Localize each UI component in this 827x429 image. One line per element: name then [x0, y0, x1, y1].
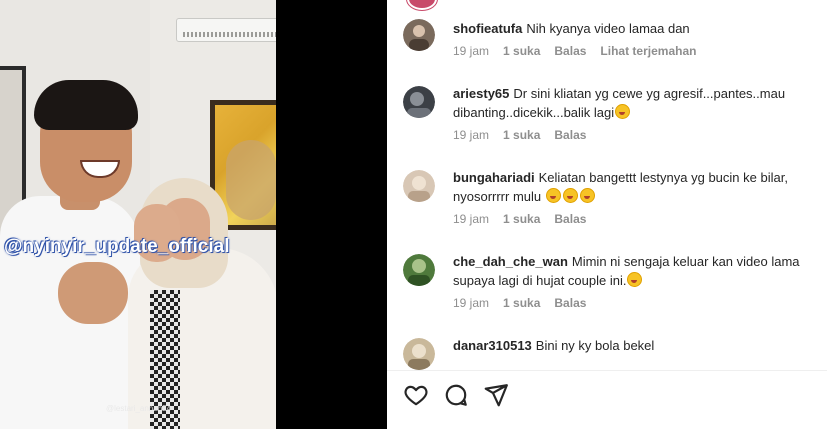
laughing-emoji-icon	[615, 104, 631, 119]
comment-meta: 19 jam 1 suka Balas	[453, 212, 600, 226]
heart-icon[interactable]	[403, 382, 429, 408]
grinning-emoji-icon	[545, 188, 561, 203]
video-frame: @nyinyir_update_official @lestari_annah2…	[0, 0, 276, 429]
share-icon[interactable]	[483, 382, 509, 408]
comment-username[interactable]: shofieatufa	[453, 21, 522, 36]
video-player[interactable]: @nyinyir_update_official @lestari_annah2…	[0, 0, 387, 429]
comment-meta: 19 jam 1 suka Balas	[453, 296, 600, 310]
commenter-avatar[interactable]	[403, 254, 435, 286]
post-author-avatar[interactable]	[407, 0, 437, 10]
comment-username[interactable]: che_dah_che_wan	[453, 254, 568, 269]
comment-text: Nih kyanya video lamaa dan	[526, 21, 690, 36]
video-watermark: @nyinyir_update_official	[4, 236, 230, 257]
comment-meta: 19 jam 1 suka Balas Lihat terjemahan	[453, 44, 710, 58]
grinning-emoji-icon	[562, 188, 578, 203]
comment-likes[interactable]: 1 suka	[503, 296, 540, 310]
divider	[387, 370, 827, 371]
comment-time[interactable]: 19 jam	[453, 212, 489, 226]
grinning-emoji-icon	[579, 188, 595, 203]
comment-time[interactable]: 19 jam	[453, 296, 489, 310]
comment-username[interactable]: ariesty65	[453, 86, 509, 101]
video-credit: @lestari_annah24	[106, 404, 172, 413]
comments-panel: shofieatufa Nih kyanya video lamaa dan 19…	[387, 0, 827, 429]
comment-time[interactable]: 19 jam	[453, 128, 489, 142]
comment-likes[interactable]: 1 suka	[503, 212, 540, 226]
comment-time[interactable]: 19 jam	[453, 44, 489, 58]
commenter-avatar[interactable]	[403, 19, 435, 51]
comment-likes[interactable]: 1 suka	[503, 44, 540, 58]
reply-button[interactable]: Balas	[554, 212, 586, 226]
comment-meta: 19 jam 1 suka Balas	[453, 128, 600, 142]
comment-icon[interactable]	[443, 382, 469, 408]
reply-button[interactable]: Balas	[554, 44, 586, 58]
commenter-avatar[interactable]	[403, 86, 435, 118]
reply-button[interactable]: Balas	[554, 296, 586, 310]
translate-link[interactable]: Lihat terjemahan	[600, 44, 696, 58]
comment-likes[interactable]: 1 suka	[503, 128, 540, 142]
comment-text: Bini ny ky bola bekel	[535, 338, 655, 353]
sad-emoji-icon	[627, 272, 643, 287]
commenter-avatar[interactable]	[403, 170, 435, 202]
commenter-avatar[interactable]	[403, 338, 435, 370]
comment-username[interactable]: bungahariadi	[453, 170, 535, 185]
reply-button[interactable]: Balas	[554, 128, 586, 142]
air-conditioner	[176, 18, 276, 42]
comment-username[interactable]: danar310513	[453, 338, 532, 353]
